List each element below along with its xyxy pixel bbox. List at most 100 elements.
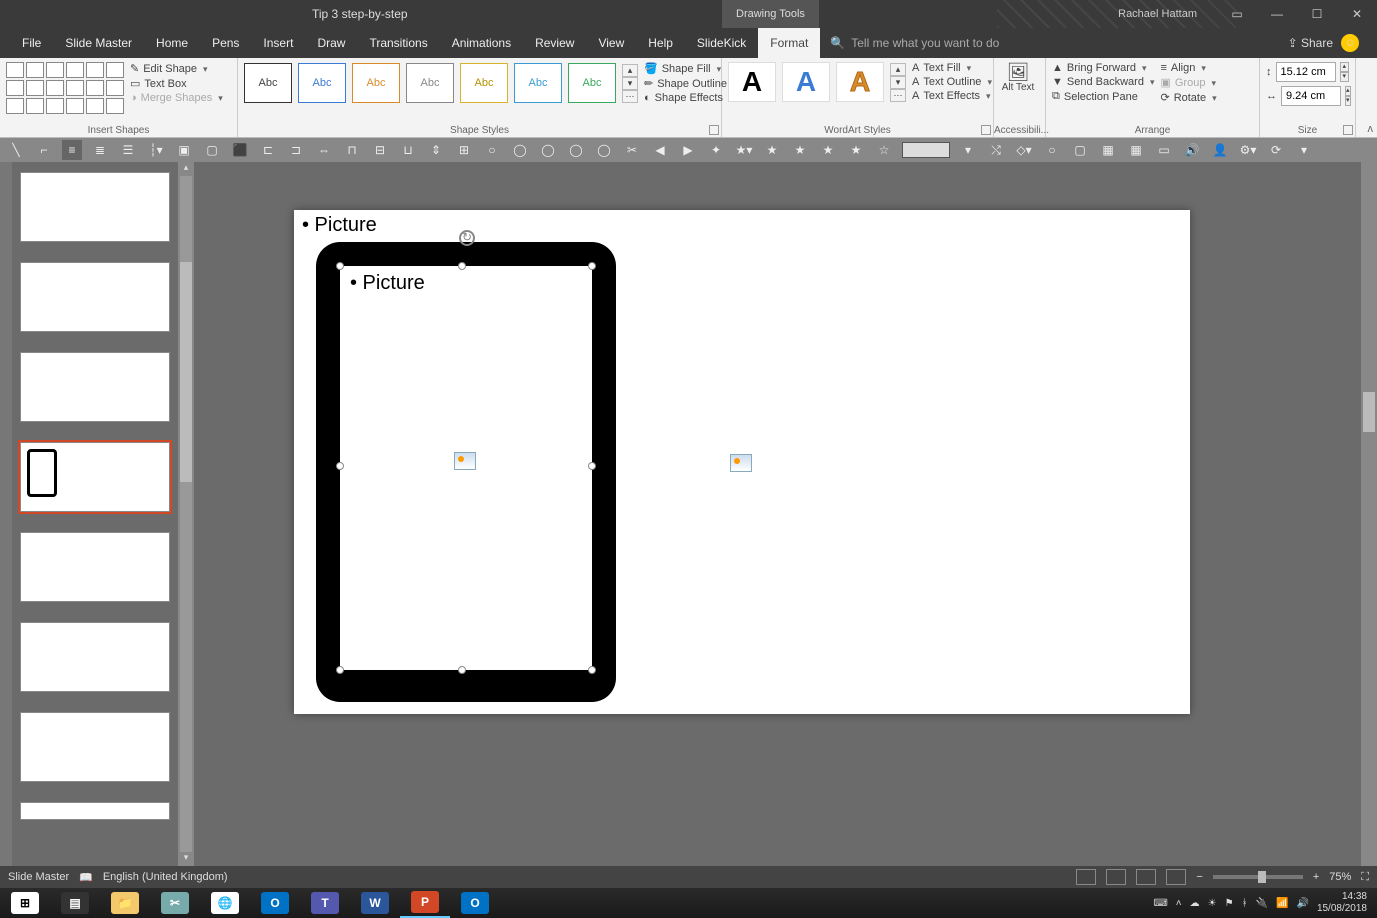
shape-styles-more[interactable]: ▴▾⋯ xyxy=(622,64,638,103)
selection-handle[interactable] xyxy=(336,262,344,270)
qat-star2-icon[interactable]: ★ xyxy=(762,140,782,160)
tray-network-icon[interactable]: 📶 xyxy=(1276,898,1288,909)
zoom-out-button[interactable]: − xyxy=(1196,871,1202,883)
selection-handle[interactable] xyxy=(458,666,466,674)
taskbar-snip[interactable]: ✂ xyxy=(150,888,200,918)
tab-slide-master[interactable]: Slide Master xyxy=(53,28,144,58)
picture-placeholder-icon-inner[interactable] xyxy=(454,452,476,470)
tab-help[interactable]: Help xyxy=(636,28,685,58)
qat-sparkle-icon[interactable]: ✦ xyxy=(706,140,726,160)
qat-person-icon[interactable]: 👤 xyxy=(1210,140,1230,160)
shape-style-6[interactable]: Abc xyxy=(514,63,562,103)
qat-dashes-icon[interactable]: ┆▾ xyxy=(146,140,166,160)
wordart-dialog-launcher[interactable] xyxy=(981,125,991,135)
normal-view-button[interactable] xyxy=(1076,869,1096,885)
qat-connector-icon[interactable]: ⌐ xyxy=(34,140,54,160)
shape-style-3[interactable]: Abc xyxy=(352,63,400,103)
ribbon-display-options-icon[interactable]: ▭ xyxy=(1217,0,1257,28)
qat-distribute-v-icon[interactable]: ⇕ xyxy=(426,140,446,160)
wordart-gallery[interactable]: A A A ▴▾⋯ xyxy=(728,62,906,102)
zoom-in-button[interactable]: + xyxy=(1313,871,1319,883)
shape-style-4[interactable]: Abc xyxy=(406,63,454,103)
qat-star5-icon[interactable]: ★ xyxy=(846,140,866,160)
qat-rect-icon[interactable]: ▢ xyxy=(1070,140,1090,160)
qat-weight-1-icon[interactable]: ≡ xyxy=(62,140,82,160)
text-fill-button[interactable]: AText Fill xyxy=(912,62,992,74)
selection-handle[interactable] xyxy=(336,666,344,674)
text-outline-button[interactable]: AText Outline xyxy=(912,76,992,88)
zoom-level[interactable]: 75% xyxy=(1329,871,1351,883)
thumbnails-scrollbar-thumb[interactable] xyxy=(180,262,192,482)
tab-pens[interactable]: Pens xyxy=(200,28,251,58)
shape-style-5[interactable]: Abc xyxy=(460,63,508,103)
taskbar-word[interactable]: W xyxy=(350,888,400,918)
qat-distribute-h-icon[interactable]: ⇔ xyxy=(314,140,334,160)
layout-thumbnail-2[interactable] xyxy=(20,262,170,332)
qat-sound-icon[interactable]: 🔊 xyxy=(1182,140,1202,160)
tray-bluetooth-icon[interactable]: ᚼ xyxy=(1242,898,1248,909)
width-spinner[interactable]: ▴▾ xyxy=(1345,86,1351,106)
taskbar-powerpoint[interactable]: P xyxy=(400,888,450,918)
user-name[interactable]: Rachael Hattam xyxy=(1118,8,1197,20)
taskbar-outlook-2[interactable]: O xyxy=(450,888,500,918)
qat-circle2-icon[interactable]: ◯ xyxy=(510,140,530,160)
send-backward-button[interactable]: ▼Send Backward xyxy=(1052,76,1154,88)
shape-styles-dialog-launcher[interactable] xyxy=(709,125,719,135)
qat-settings-icon[interactable]: ⚙▾ xyxy=(1238,140,1258,160)
taskbar-chrome[interactable]: 🌐 xyxy=(200,888,250,918)
status-language[interactable]: English (United Kingdom) xyxy=(103,871,228,883)
qat-circle5-icon[interactable]: ◯ xyxy=(594,140,614,160)
tray-volume-icon[interactable]: 🔊 xyxy=(1296,898,1308,909)
qat-line-icon[interactable]: ╲ xyxy=(6,140,26,160)
tray-expand-icon[interactable]: ˄ xyxy=(1176,898,1182,909)
sorter-view-button[interactable] xyxy=(1106,869,1126,885)
shape-width-input[interactable] xyxy=(1281,86,1341,106)
slideshow-view-button[interactable] xyxy=(1166,869,1186,885)
taskbar-file-explorer[interactable]: 📁 xyxy=(100,888,150,918)
slide-canvas-area[interactable]: • Picture • Picture xyxy=(194,162,1377,866)
canvas-vertical-scrollbar[interactable] xyxy=(1361,162,1377,866)
tray-weather-icon[interactable]: ☀ xyxy=(1208,898,1217,909)
selection-handle[interactable] xyxy=(588,666,596,674)
shapes-gallery[interactable] xyxy=(6,62,124,114)
tab-draw[interactable]: Draw xyxy=(305,28,357,58)
tab-transitions[interactable]: Transitions xyxy=(357,28,439,58)
qat-align-middle-icon[interactable]: ⊟ xyxy=(370,140,390,160)
selection-handle[interactable] xyxy=(588,462,596,470)
wordart-style-3[interactable]: A xyxy=(836,62,884,102)
selection-handle[interactable] xyxy=(588,262,596,270)
maximize-button[interactable]: ☐ xyxy=(1297,0,1337,28)
shape-style-7[interactable]: Abc xyxy=(568,63,616,103)
tab-view[interactable]: View xyxy=(586,28,636,58)
qat-screen-icon[interactable]: ▭ xyxy=(1154,140,1174,160)
edit-shape-button[interactable]: ✎Edit Shape xyxy=(130,62,223,75)
qat-align-center-icon[interactable]: ⊏ xyxy=(258,140,278,160)
device-frame-shape[interactable]: • Picture xyxy=(316,242,616,702)
close-button[interactable]: ✕ xyxy=(1337,0,1377,28)
selection-handle[interactable] xyxy=(458,262,466,270)
layout-thumbnail-5[interactable] xyxy=(20,532,170,602)
qat-star1-icon[interactable]: ★▾ xyxy=(734,140,754,160)
tray-clock[interactable]: 14:38 15/08/2018 xyxy=(1317,891,1367,915)
tab-slidekick[interactable]: SlideKick xyxy=(685,28,758,58)
wordart-style-1[interactable]: A xyxy=(728,62,776,102)
rotate-button[interactable]: ⟳Rotate xyxy=(1160,91,1216,104)
outline-bar[interactable] xyxy=(0,162,12,866)
start-button[interactable]: ⊞ xyxy=(0,888,50,918)
qat-star-outline-icon[interactable]: ☆ xyxy=(874,140,894,160)
tray-flag-icon[interactable]: ⚑ xyxy=(1225,898,1234,909)
qat-star3-icon[interactable]: ★ xyxy=(790,140,810,160)
selection-handle[interactable] xyxy=(336,462,344,470)
qat-color-well[interactable] xyxy=(902,142,950,158)
thumbnails-scrollbar[interactable]: ▴ ▾ xyxy=(178,162,194,866)
tray-keyboard-icon[interactable]: ⌨ xyxy=(1153,898,1167,909)
qat-bring-front-icon[interactable]: ▣ xyxy=(174,140,194,160)
qat-flag1-icon[interactable]: ◀ xyxy=(650,140,670,160)
reading-view-button[interactable] xyxy=(1136,869,1156,885)
layout-thumbnail-7[interactable] xyxy=(20,712,170,782)
tray-power-icon[interactable]: 🔌 xyxy=(1256,898,1268,909)
qat-grid1-icon[interactable]: ▦ xyxy=(1098,140,1118,160)
wordart-more[interactable]: ▴▾⋯ xyxy=(890,63,906,102)
tab-file[interactable]: File xyxy=(10,28,53,58)
shape-styles-gallery[interactable]: Abc Abc Abc Abc Abc Abc Abc ▴▾⋯ xyxy=(244,63,638,103)
